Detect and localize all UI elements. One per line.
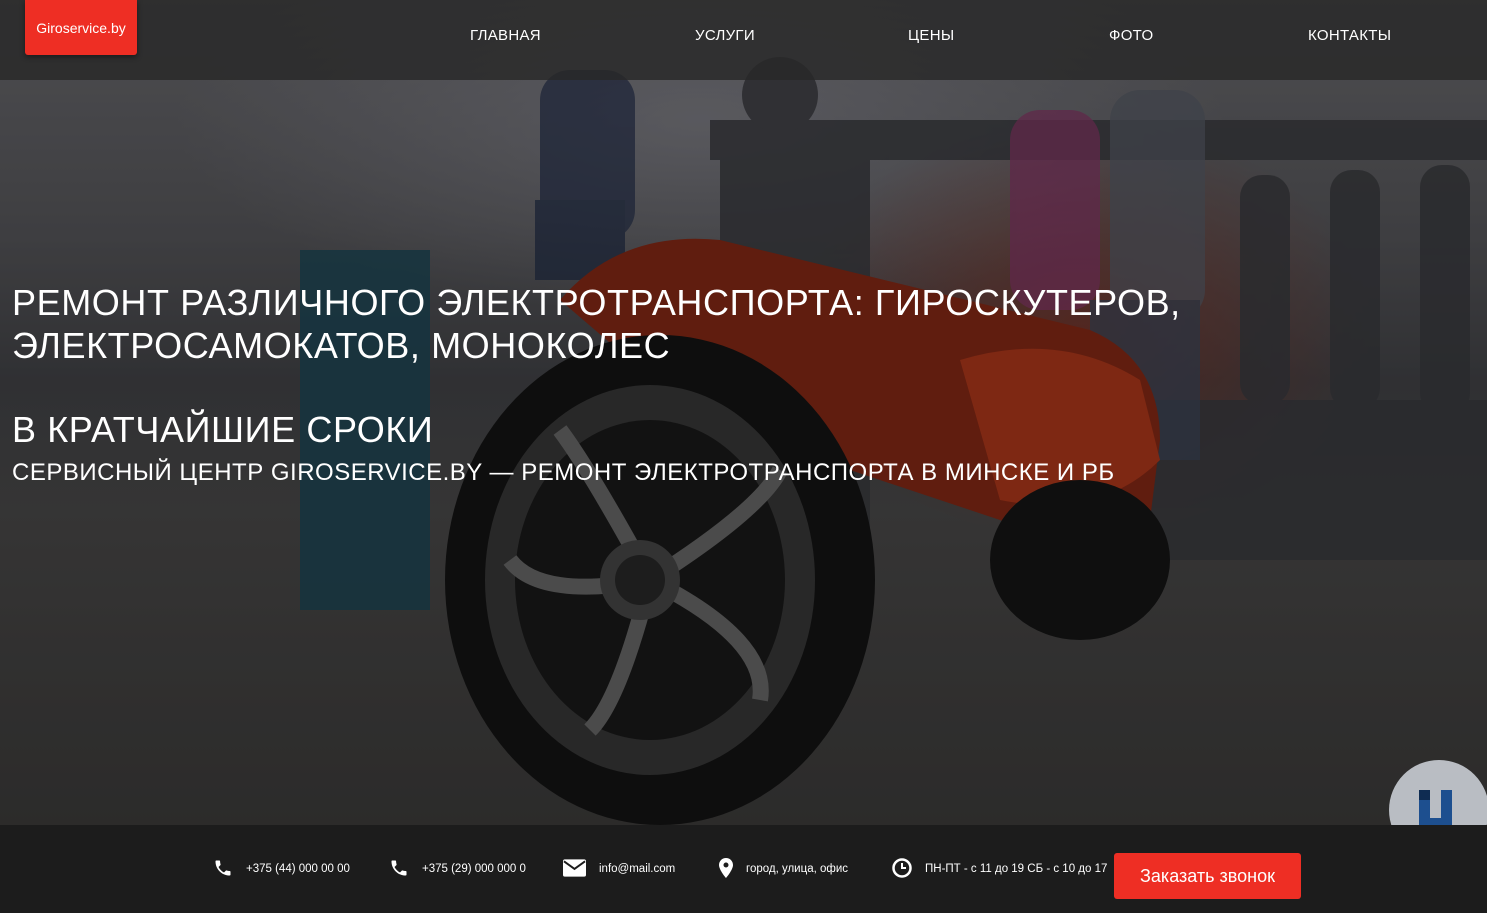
hours-text: ПН-ПТ - с 11 до 19 СБ - с 10 до 17 (925, 863, 1108, 875)
phone-icon (213, 858, 233, 881)
contact-email[interactable]: info@mail.com (563, 858, 676, 880)
logo[interactable]: Giroservice.by (25, 0, 137, 55)
nav-item-contacts[interactable]: КОНТАКТЫ (1308, 27, 1391, 44)
hero-title: РЕМОНТ РАЗЛИЧНОГО ЭЛЕКТРОТРАНСПОРТА: ГИР… (12, 282, 1181, 366)
phone-icon (389, 858, 409, 881)
clock-icon (892, 857, 912, 881)
nav-item-prices[interactable]: ЦЕНЫ (908, 27, 954, 44)
hero-tagline: СЕРВИСНЫЙ ЦЕНТР GIROSERVICE.BY — РЕМОНТ … (12, 459, 1115, 486)
map-pin-icon (719, 857, 733, 881)
contact-hours: ПН-ПТ - с 11 до 19 СБ - с 10 до 17 (892, 857, 1108, 881)
nav-item-photo[interactable]: ФОТО (1109, 27, 1153, 44)
top-navbar: Giroservice.by ГЛАВНАЯ УСЛУГИ ЦЕНЫ ФОТО … (0, 0, 1487, 80)
contact-phone-1[interactable]: +375 (44) 000 00 00 (213, 859, 350, 879)
phone-1-text: +375 (44) 000 00 00 (246, 863, 350, 875)
hero-section: РЕМОНТ РАЗЛИЧНОГО ЭЛЕКТРОТРАНСПОРТА: ГИР… (0, 0, 1487, 825)
contact-bar: +375 (44) 000 00 00 +375 (29) 000 000 0 … (0, 825, 1487, 913)
envelope-icon (563, 858, 586, 880)
order-call-button[interactable]: Заказать звонок (1114, 853, 1301, 899)
hero-subtitle: В КРАТЧАЙШИЕ СРОКИ (12, 409, 434, 450)
nav-item-home[interactable]: ГЛАВНАЯ (470, 27, 541, 44)
contact-phone-2[interactable]: +375 (29) 000 000 0 (389, 859, 526, 879)
contact-address: город, улица, офис (719, 857, 849, 881)
email-text: info@mail.com (599, 863, 676, 875)
nav-item-services[interactable]: УСЛУГИ (695, 27, 755, 44)
address-text: город, улица, офис (746, 863, 849, 875)
phone-2-text: +375 (29) 000 000 0 (422, 863, 526, 875)
